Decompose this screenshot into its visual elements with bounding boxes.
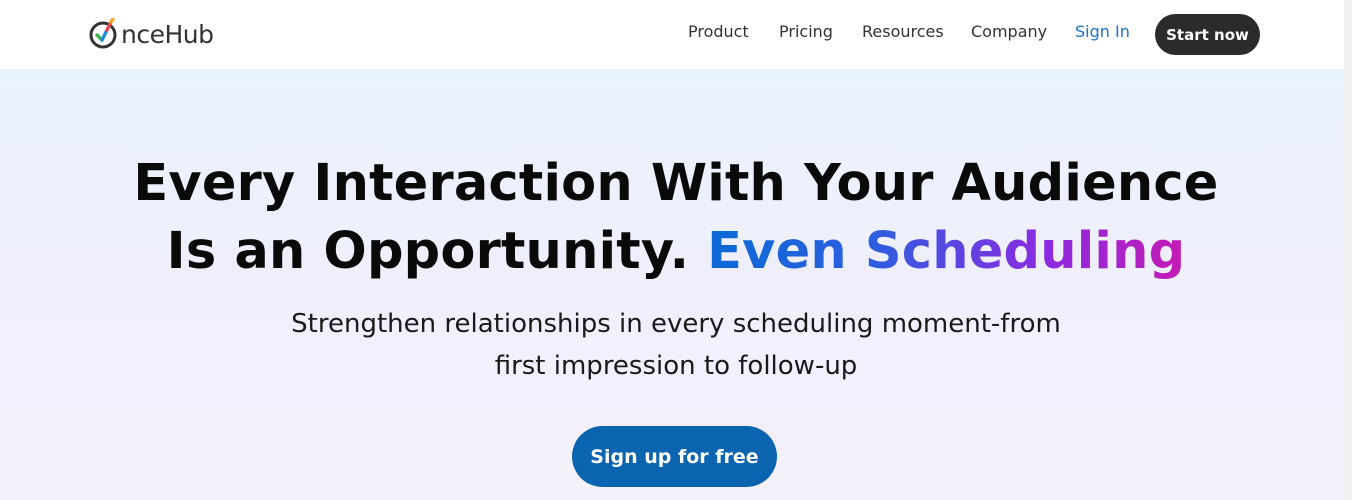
checkmark-o-icon [89,18,117,49]
logo-text: nceHub [121,19,214,49]
nav-item-product[interactable]: Product [688,22,749,41]
sign-in-link[interactable]: Sign In [1075,22,1130,41]
nav-item-pricing[interactable]: Pricing [779,22,833,41]
hero-title-plain: Is an Opportunity. [166,222,690,281]
oncehub-logo[interactable]: nceHub [88,14,214,54]
page-scrollbar[interactable] [1344,0,1352,500]
hero-title-line-2: Is an Opportunity. Even Scheduling [0,218,1352,286]
sign-up-free-button[interactable]: Sign up for free [572,426,777,487]
site-header: nceHub Product Pricing Resources Company… [0,0,1344,69]
start-now-button[interactable]: Start now [1155,14,1260,55]
nav-item-company[interactable]: Company [971,22,1047,41]
hero-title-highlight: Even Scheduling [707,222,1186,281]
nav-item-resources[interactable]: Resources [862,22,944,41]
hero-section: Every Interaction With Your Audience Is … [0,69,1344,500]
hero-subtitle-line-1: Strengthen relationships in every schedu… [291,309,1061,339]
hero-subtitle-line-2: first impression to follow-up [494,351,858,381]
hero-title-line-1: Every Interaction With Your Audience [133,154,1219,213]
